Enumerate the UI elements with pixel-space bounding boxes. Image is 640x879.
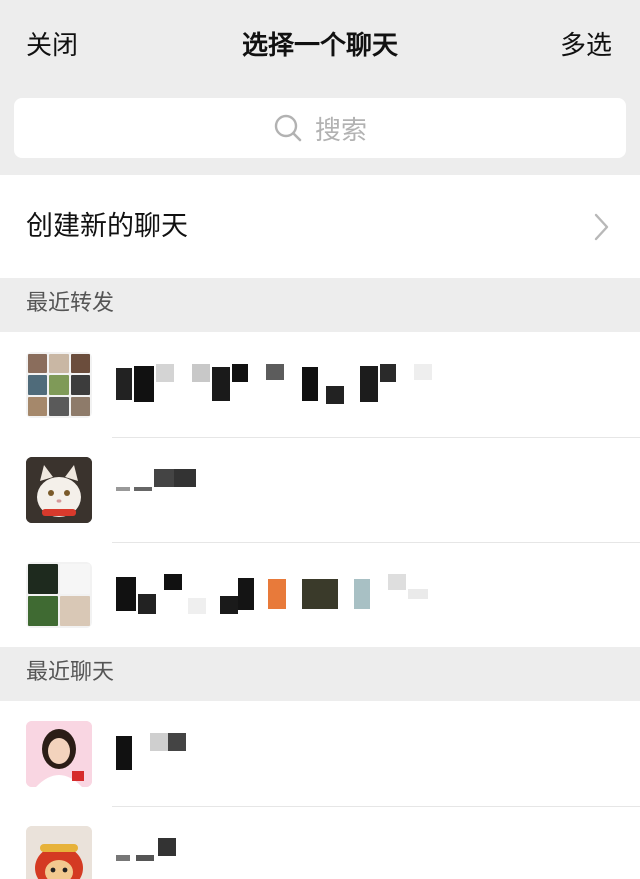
section-title: 最近聊天: [26, 660, 115, 685]
contact-name-redacted: [116, 364, 432, 404]
section-title: 最近转发: [26, 291, 115, 316]
chevron-right-icon: [594, 213, 609, 241]
recent-chats-list: [0, 701, 640, 879]
avatar: [26, 826, 92, 879]
contact-name-redacted: [116, 733, 186, 773]
list-item[interactable]: [0, 701, 640, 806]
multi-select-button[interactable]: 多选: [560, 28, 612, 64]
close-button[interactable]: 关闭: [26, 28, 78, 64]
create-new-chat-label: 创建新的聊天: [26, 211, 188, 242]
navigation-bar: 关闭 选择一个聊天 多选: [0, 0, 640, 92]
avatar: [26, 562, 92, 628]
avatar: [26, 721, 92, 787]
list-item[interactable]: [0, 332, 640, 437]
list-item[interactable]: [0, 806, 640, 879]
section-header-recent-forward: 最近转发: [0, 278, 640, 332]
search-icon: [274, 114, 302, 142]
search-placeholder: 搜索: [314, 115, 367, 146]
create-new-chat-row[interactable]: 创建新的聊天: [0, 175, 640, 278]
avatar: [26, 457, 92, 523]
contact-name-redacted: [116, 574, 428, 614]
list-item[interactable]: [0, 542, 640, 647]
contact-name-redacted: [116, 469, 196, 509]
avatar: [26, 352, 92, 418]
recent-forward-list: [0, 332, 640, 647]
section-header-recent-chats: 最近聊天: [0, 647, 640, 701]
list-item[interactable]: [0, 437, 640, 542]
page-title: 选择一个聊天: [241, 31, 398, 61]
search-input[interactable]: 搜索: [14, 98, 626, 158]
contact-name-redacted: [116, 838, 176, 878]
